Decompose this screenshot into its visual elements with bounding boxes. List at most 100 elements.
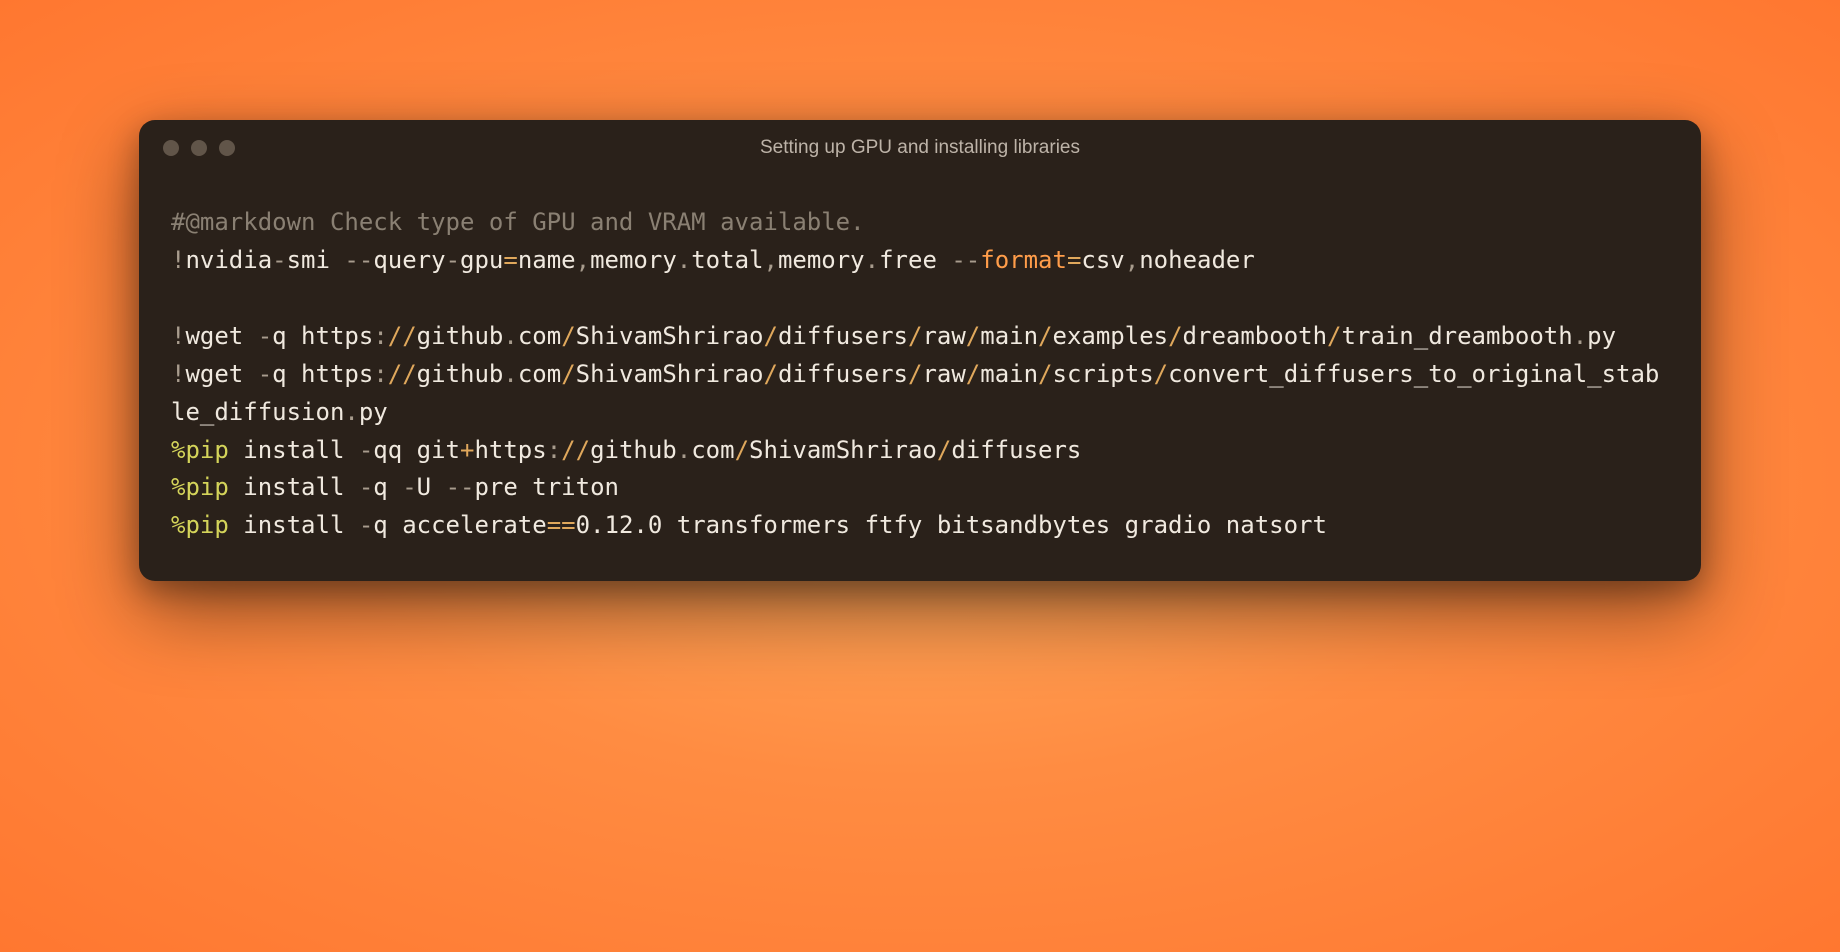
code-token: - <box>272 246 286 274</box>
code-token: - <box>258 322 272 350</box>
code-token: train_dreambooth <box>1342 322 1573 350</box>
code-token: / <box>966 322 980 350</box>
code-token: 0.12.0 transformers ftfy bitsandbytes gr… <box>576 511 1327 539</box>
code-token: / <box>1038 360 1052 388</box>
code-line: %pip install -q -U --pre triton <box>171 469 1669 507</box>
code-token: -- <box>344 246 373 274</box>
code-token: / <box>735 436 749 464</box>
minimize-icon[interactable] <box>191 140 207 156</box>
code-token: . <box>503 360 517 388</box>
code-token: . <box>865 246 879 274</box>
code-token: - <box>258 360 272 388</box>
code-token: csv <box>1081 246 1124 274</box>
code-token: , <box>763 246 777 274</box>
code-token: ShivamShrirao <box>576 322 764 350</box>
code-token: ! <box>171 360 185 388</box>
code-token: #@markdown Check type of GPU and VRAM av… <box>171 208 865 236</box>
code-token: / <box>908 360 922 388</box>
code-token: main <box>980 360 1038 388</box>
code-token: / <box>561 360 575 388</box>
traffic-lights <box>163 140 235 156</box>
code-token: q accelerate <box>373 511 546 539</box>
code-token: / <box>1154 360 1168 388</box>
code-token: nvidia <box>185 246 272 274</box>
code-token: . <box>677 436 691 464</box>
code-token: format <box>980 246 1067 274</box>
close-icon[interactable] <box>163 140 179 156</box>
code-token: // <box>388 360 417 388</box>
code-token: wget <box>185 360 257 388</box>
code-token: main <box>980 322 1038 350</box>
maximize-icon[interactable] <box>219 140 235 156</box>
code-token: . <box>344 398 358 426</box>
code-line: !wget -q https://github.com/ShivamShrira… <box>171 318 1669 356</box>
code-token: q https <box>272 360 373 388</box>
blank-line <box>171 280 1669 318</box>
code-token: = <box>503 246 517 274</box>
code-token: ! <box>171 246 185 274</box>
code-token: / <box>1038 322 1052 350</box>
code-token: , <box>576 246 590 274</box>
code-token: : <box>373 322 387 350</box>
code-token: wget <box>185 322 257 350</box>
code-token: // <box>388 322 417 350</box>
code-token: . <box>677 246 691 274</box>
code-token: free <box>879 246 951 274</box>
code-token: raw <box>922 322 965 350</box>
code-token: U <box>417 473 446 501</box>
code-token: // <box>561 436 590 464</box>
code-token: github <box>417 360 504 388</box>
code-token: qq git <box>373 436 460 464</box>
code-token: q <box>373 473 402 501</box>
terminal-window: Setting up GPU and installing libraries … <box>139 120 1701 581</box>
code-token: - <box>359 511 373 539</box>
code-token: dreambooth <box>1183 322 1328 350</box>
titlebar: Setting up GPU and installing libraries <box>139 120 1701 176</box>
code-token: %pip <box>171 473 229 501</box>
terminal-body[interactable]: #@markdown Check type of GPU and VRAM av… <box>139 176 1701 581</box>
code-line: #@markdown Check type of GPU and VRAM av… <box>171 204 1669 242</box>
code-token: - <box>446 246 460 274</box>
code-token: ShivamShrirao <box>576 360 764 388</box>
code-token: / <box>1327 322 1341 350</box>
code-token: / <box>763 360 777 388</box>
code-token: = <box>1067 246 1081 274</box>
code-token: install <box>229 436 359 464</box>
code-token: memory <box>590 246 677 274</box>
code-token: examples <box>1053 322 1169 350</box>
code-token: diffusers <box>951 436 1081 464</box>
code-token: : <box>547 436 561 464</box>
code-token: == <box>547 511 576 539</box>
code-token: / <box>561 322 575 350</box>
code-token: / <box>937 436 951 464</box>
code-token: install <box>229 511 359 539</box>
code-token: %pip <box>171 436 229 464</box>
code-token: . <box>1573 322 1587 350</box>
code-token: -- <box>951 246 980 274</box>
code-token: memory <box>778 246 865 274</box>
code-token: py <box>359 398 388 426</box>
code-token: github <box>590 436 677 464</box>
code-token: + <box>460 436 474 464</box>
code-token: -- <box>446 473 475 501</box>
code-token: - <box>402 473 416 501</box>
code-token: install <box>229 473 359 501</box>
code-token: / <box>966 360 980 388</box>
code-token: https <box>474 436 546 464</box>
code-token: name <box>518 246 576 274</box>
code-token: com <box>691 436 734 464</box>
code-line: !wget -q https://github.com/ShivamShrira… <box>171 356 1669 432</box>
code-line: !nvidia-smi --query-gpu=name,memory.tota… <box>171 242 1669 280</box>
code-token: smi <box>287 246 345 274</box>
code-token: , <box>1125 246 1139 274</box>
code-token: diffusers <box>778 360 908 388</box>
code-token: com <box>518 360 561 388</box>
code-token: py <box>1587 322 1616 350</box>
code-token: - <box>359 436 373 464</box>
code-token: %pip <box>171 511 229 539</box>
code-token: / <box>908 322 922 350</box>
code-token: noheader <box>1139 246 1255 274</box>
code-token: scripts <box>1053 360 1154 388</box>
code-line: %pip install -q accelerate==0.12.0 trans… <box>171 507 1669 545</box>
code-token: raw <box>922 360 965 388</box>
